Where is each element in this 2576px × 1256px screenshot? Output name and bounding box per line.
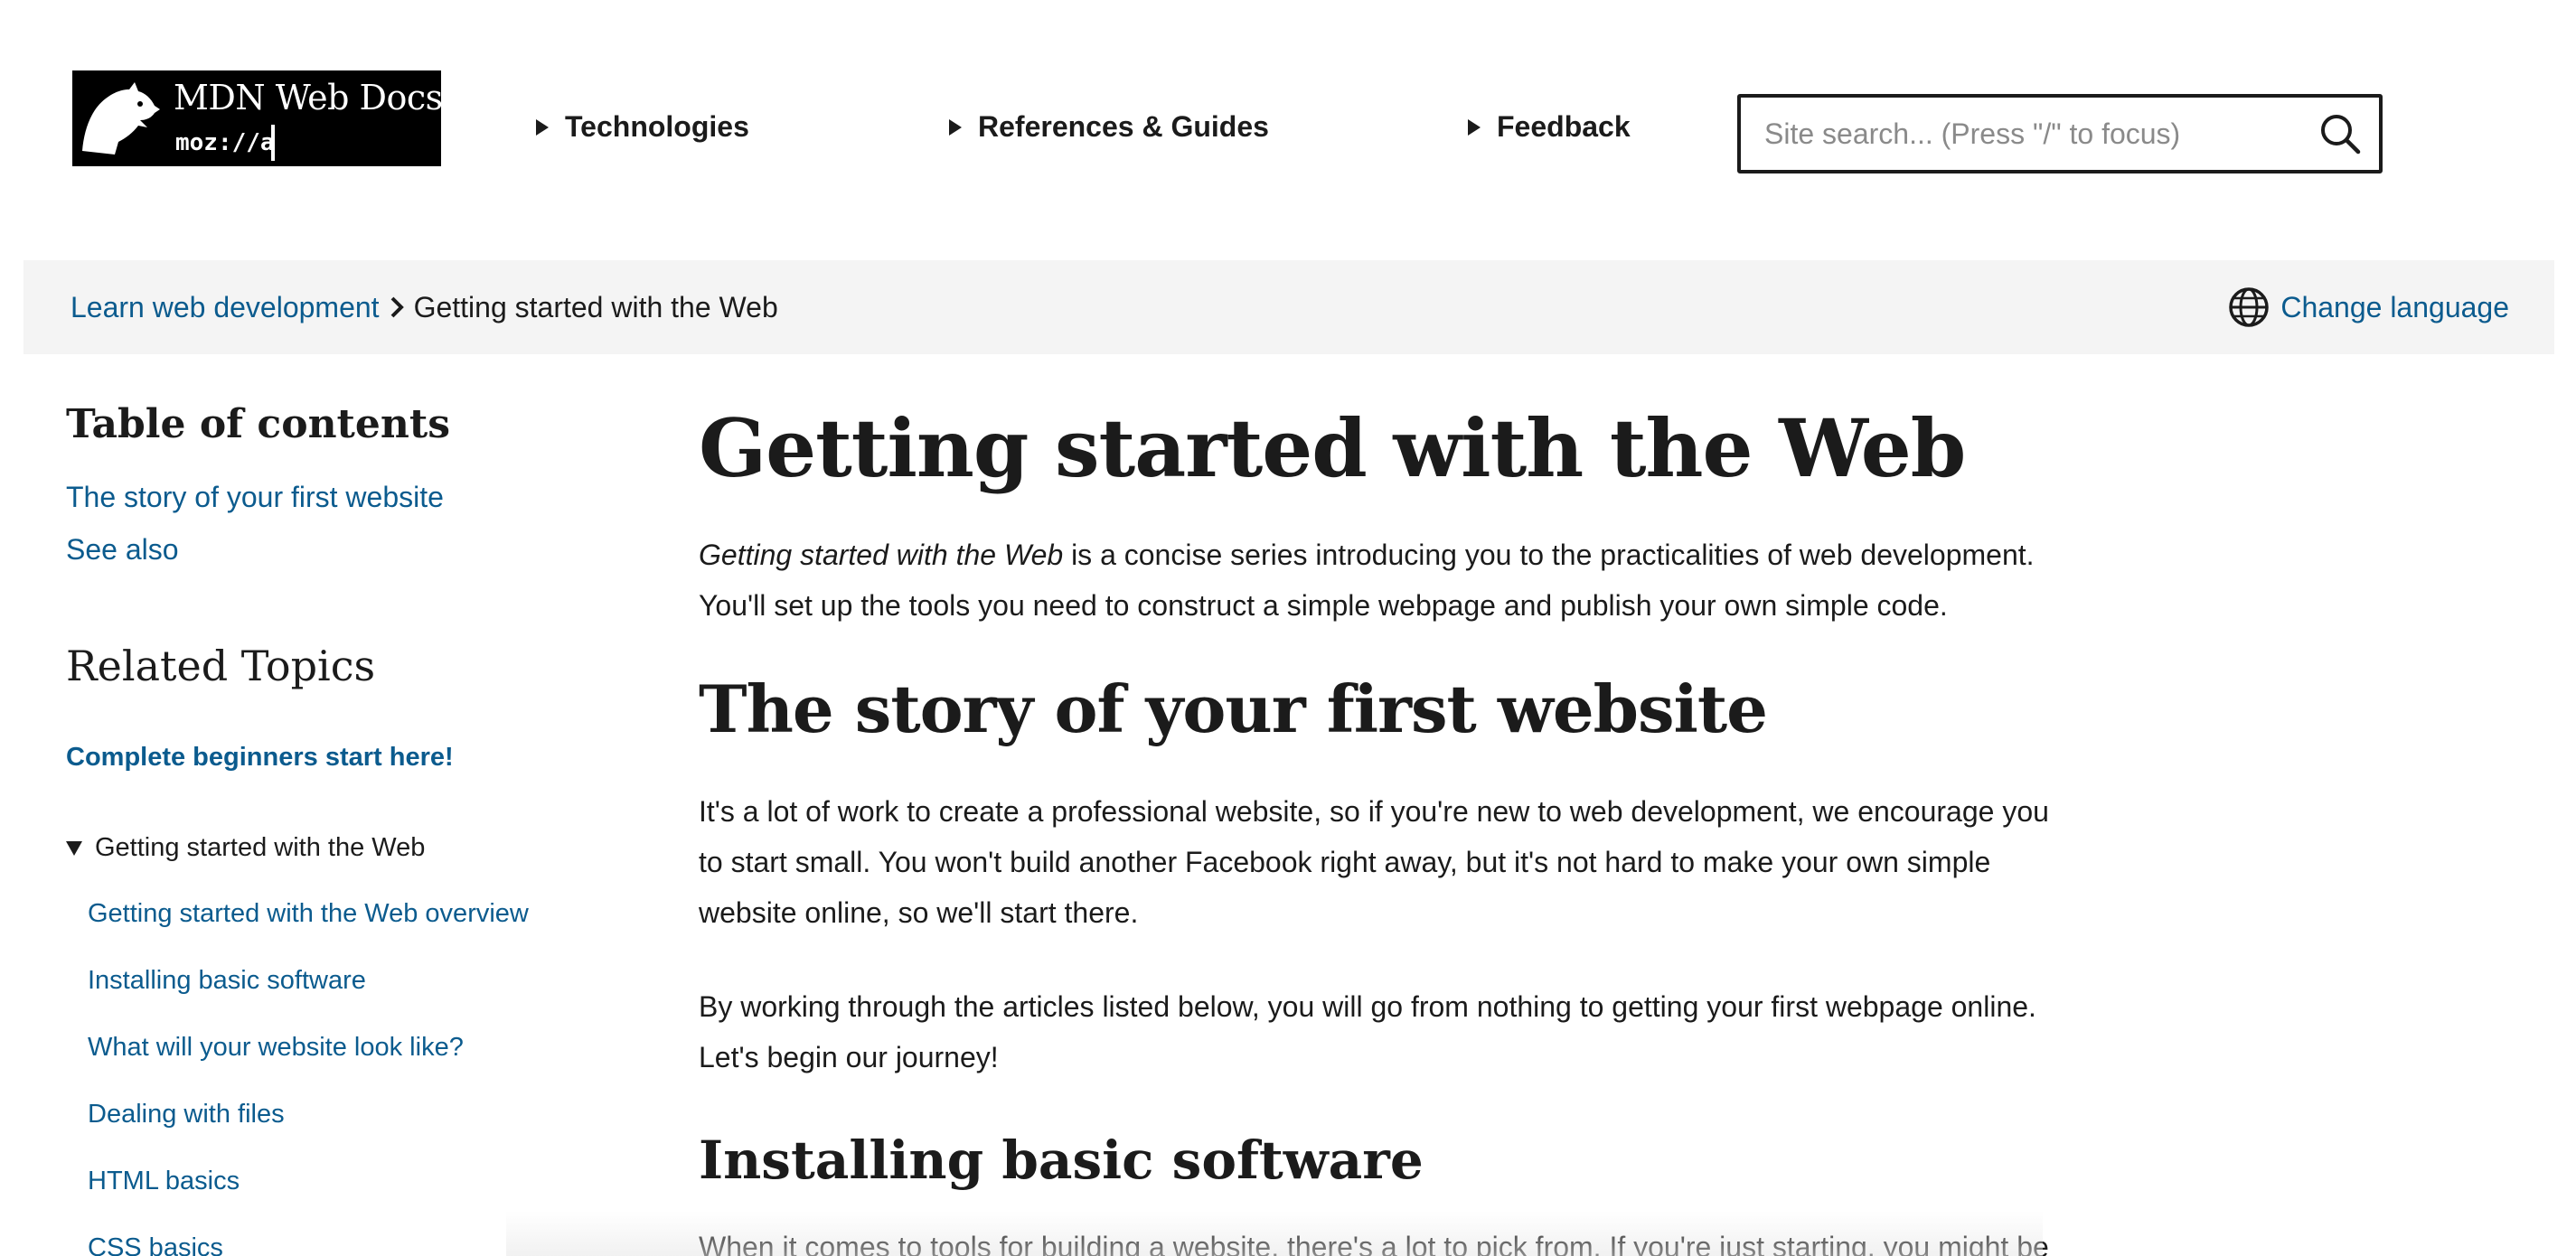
toc-link-see-also[interactable]: See also [66,533,179,567]
intro-emphasis: Getting started with the Web [699,539,1064,571]
section-heading-story: The story of your first website [699,670,1768,747]
sidebar-item-overview[interactable]: Getting started with the Web overview [88,899,529,929]
triangle-right-icon [949,118,962,136]
site-search [1737,94,2383,173]
sidebar: Table of contents The story of your firs… [66,354,644,1256]
triangle-right-icon [1468,118,1481,136]
mdn-dino-logo [72,70,168,166]
nav-references-guides-label: References & Guides [978,110,1269,143]
breadcrumb-parent-link[interactable]: Learn web development [71,291,380,324]
nav-feedback[interactable]: Feedback [1468,110,1631,144]
sidebar-item-website-look[interactable]: What will your website look like? [88,1033,464,1063]
toc-title: Table of contents [66,401,450,447]
nav-feedback-label: Feedback [1497,110,1631,143]
breadcrumb: Learn web development Getting started wi… [71,260,778,354]
logo-wordmark: MDN Web Docs moz://a [168,70,443,166]
search-icon [2321,115,2361,155]
breadcrumb-bar: Learn web development Getting started wi… [24,260,2554,354]
breadcrumb-current: Getting started with the Web [413,290,778,323]
sidebar-item-html-basics[interactable]: HTML basics [88,1167,240,1196]
search-button[interactable] [2301,98,2379,170]
intro-paragraph: Getting started with the Web is a concis… [699,530,2054,631]
mdn-logo[interactable]: MDN Web Docs moz://a [72,70,443,166]
nav-technologies[interactable]: Technologies [536,110,749,144]
installing-paragraph: When it comes to tools for building a we… [699,1231,2049,1256]
triangle-down-icon [66,840,82,856]
sidebar-item-css-basics[interactable]: CSS basics [88,1233,223,1256]
sidebar-group-getting-started[interactable]: Getting started with the Web [66,833,425,863]
related-topics-title: Related Topics [66,642,376,690]
mozilla-logo-text: moz://a [172,125,275,161]
mozilla-logo: moz://a [172,125,275,161]
chevron-right-icon [389,295,405,319]
story-paragraph-2: By working through the articles listed b… [699,990,2036,1073]
globe-icon [2229,287,2270,327]
logo-title: MDN Web Docs [174,78,443,117]
story-paragraph-1: It's a lot of work to create a professio… [699,795,2049,929]
section-heading-installing: Installing basic software [699,1129,1424,1191]
nav-references-guides[interactable]: References & Guides [949,110,1269,144]
nav-technologies-label: Technologies [565,110,749,143]
triangle-right-icon [536,118,549,136]
search-input[interactable] [1741,98,2301,170]
main-content: Getting started with the Web Getting sta… [699,354,2054,1256]
change-language-label: Change language [2280,290,2509,323]
sidebar-item-dealing-files[interactable]: Dealing with files [88,1100,285,1129]
toc-link-story[interactable]: The story of your first website [66,481,444,514]
page-title: Getting started with the Web [699,401,1966,495]
page-header: MDN Web Docs moz://a Technologies Refere… [0,0,2576,260]
sidebar-item-installing-software[interactable]: Installing basic software [88,966,366,996]
complete-beginners-link[interactable]: Complete beginners start here! [66,743,454,773]
sidebar-group-label: Getting started with the Web [95,833,426,862]
change-language-button[interactable]: Change language [2228,260,2509,354]
